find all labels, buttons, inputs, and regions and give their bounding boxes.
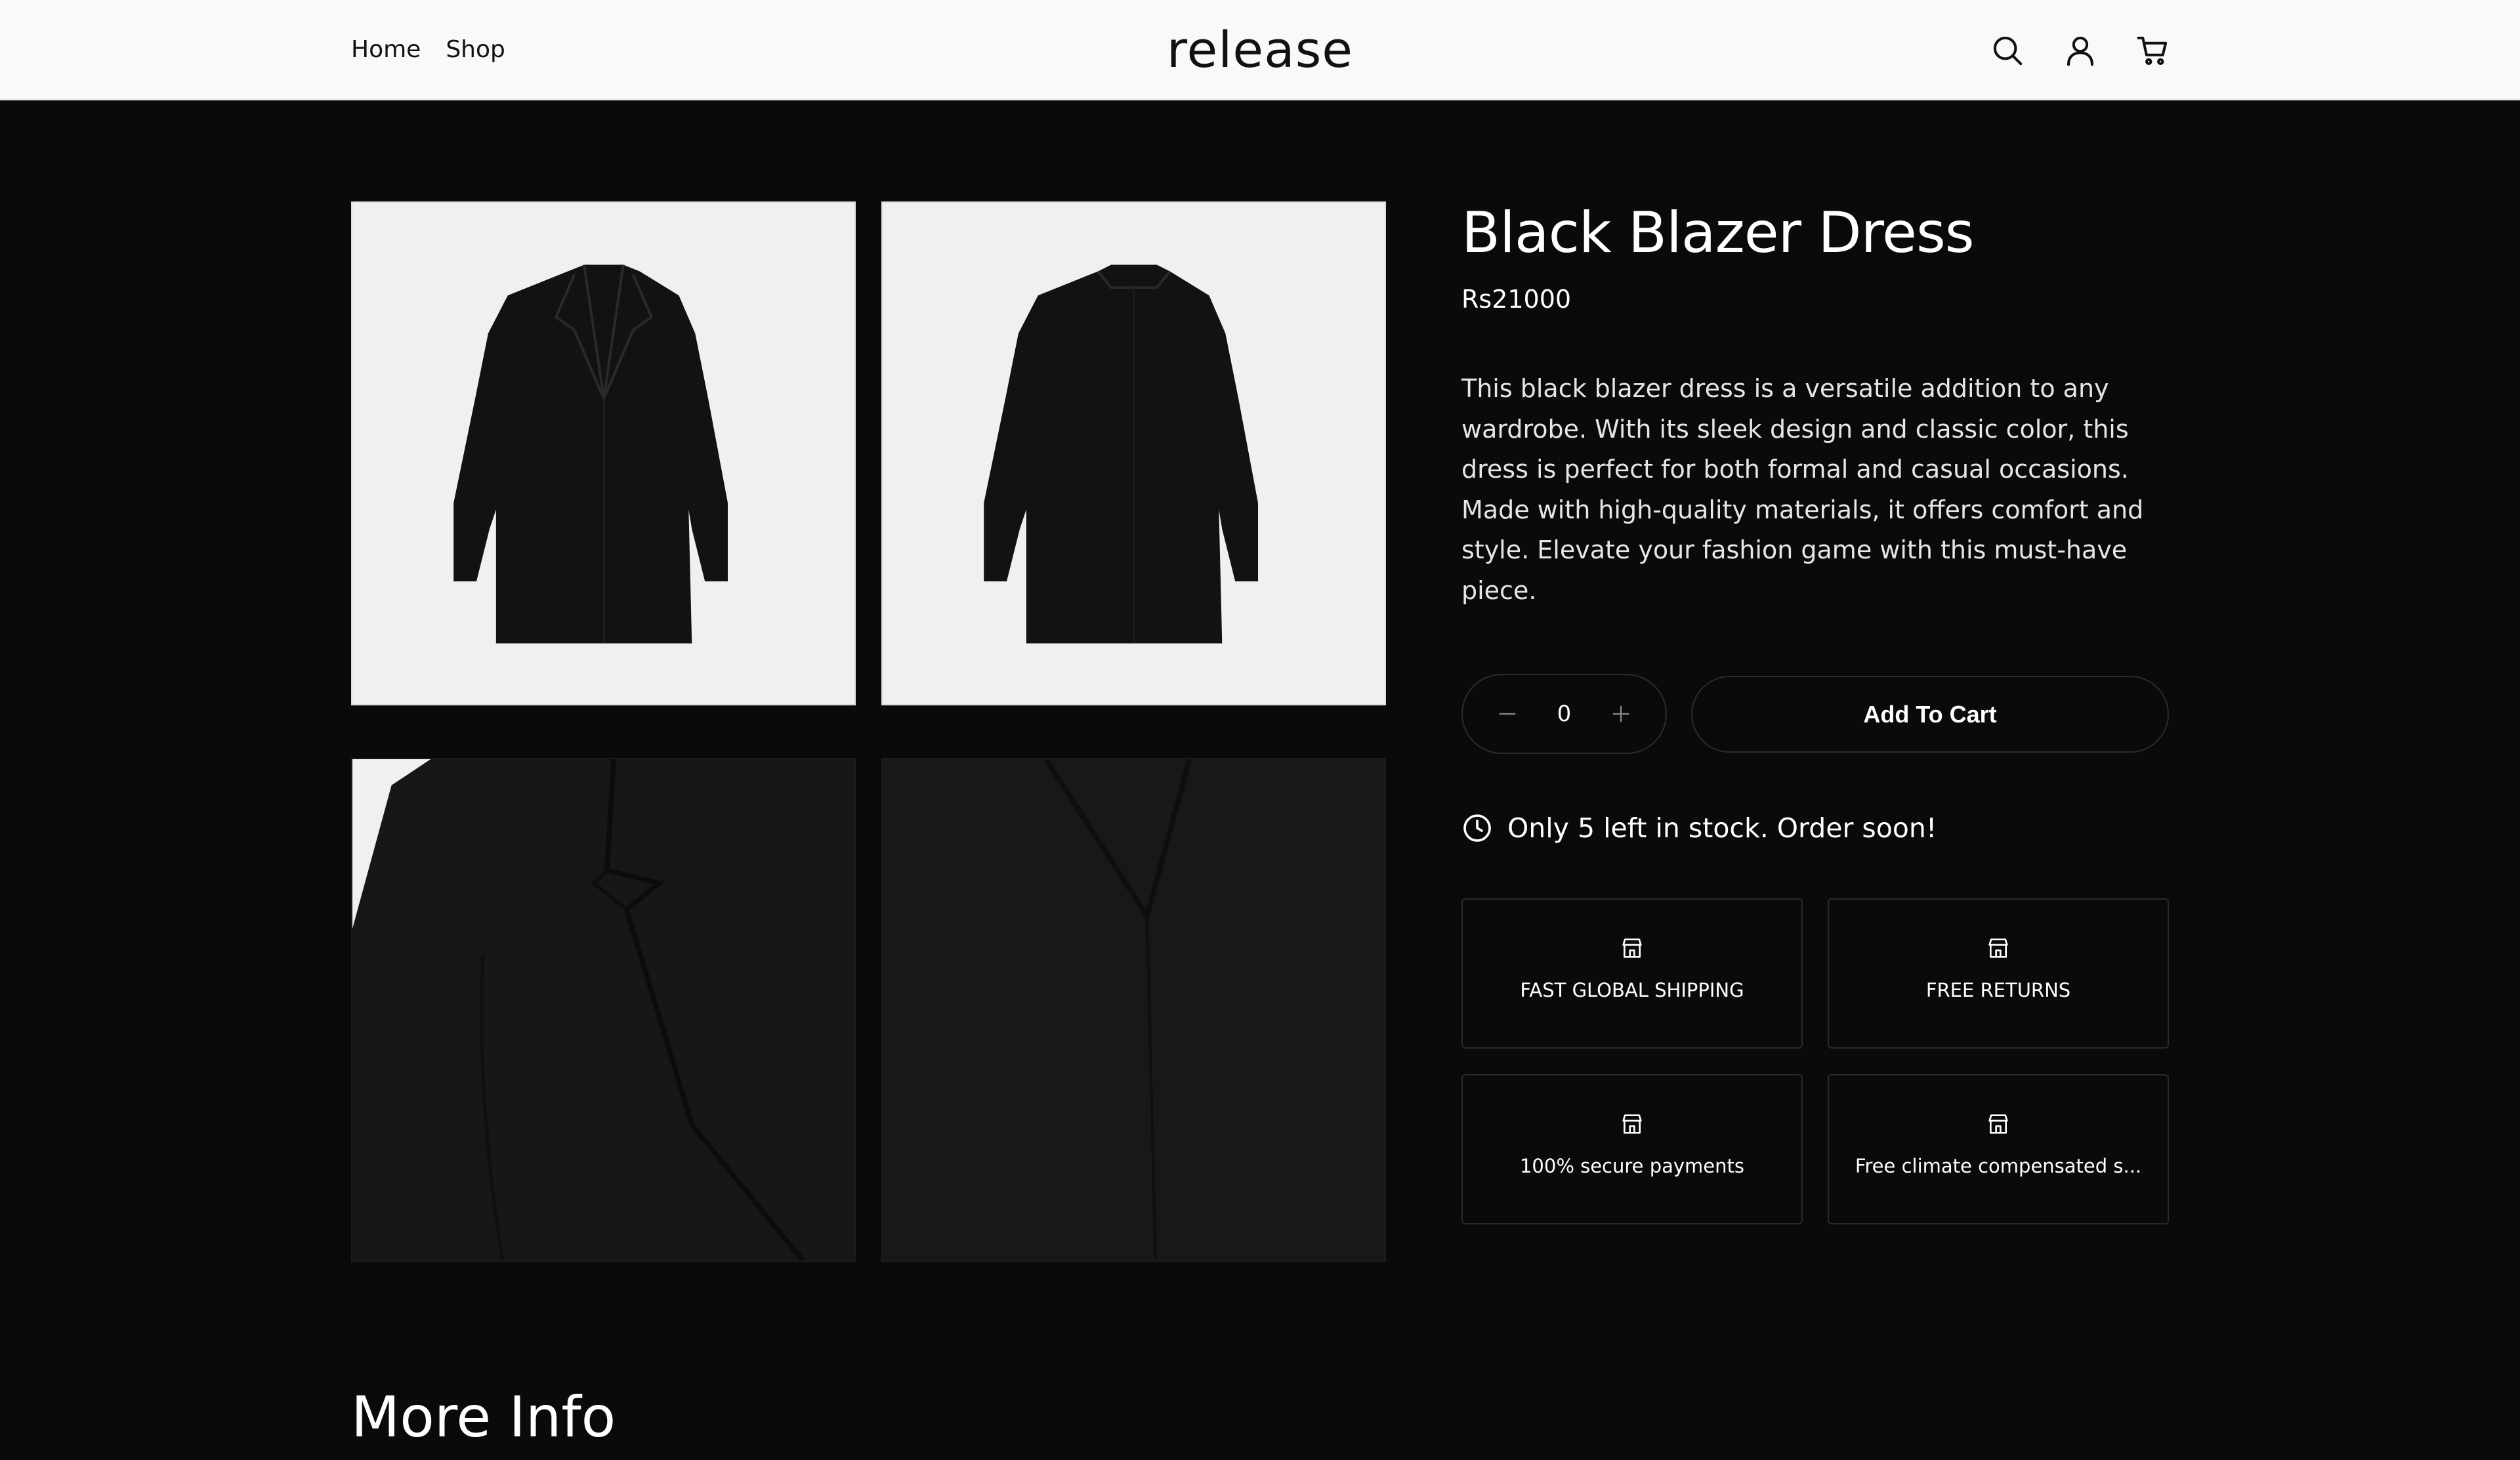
product-description: This black blazer dress is a versatile a… [1461,374,2144,605]
feature-card: 100% secure payments [1461,1074,1803,1224]
site-header: Home Shop release [0,0,2520,100]
product-title: Black Blazer Dress [1461,200,1975,266]
add-to-cart-button[interactable]: Add To Cart [1691,676,2169,753]
lapel-detail-illustration [352,759,854,1261]
minus-icon[interactable] [1496,702,1519,726]
stock-message: Only 5 left in stock. Order soon! [1507,812,1937,844]
purchase-actions: 0 Add To Cart [1461,674,2170,754]
store-icon [1622,938,1642,958]
clock-icon [1463,814,1491,842]
feature-card: FAST GLOBAL SHIPPING [1461,898,1803,1049]
product-gallery [351,201,1386,1262]
store-icon [1988,938,2008,958]
quantity-stepper: 0 [1461,674,1667,754]
fabric-closeup-illustration [883,759,1385,1261]
feature-label: Free climate compensated s... [1855,1155,2142,1177]
blazer-front-illustration [453,264,728,644]
feature-label: FAST GLOBAL SHIPPING [1520,979,1744,1001]
account-icon[interactable] [2060,30,2100,70]
product-image-front[interactable] [351,201,856,705]
product-info: Black Blazer Dress Rs21000 This black bl… [1461,190,2170,611]
quantity-value[interactable]: 0 [1545,701,1584,727]
blazer-back-illustration [984,264,1259,644]
product-price: Rs21000 [1461,285,1572,314]
plus-icon[interactable] [1609,702,1633,726]
stock-notice: Only 5 left in stock. Order soon! [1461,810,1937,846]
more-info-heading: More Info [351,1385,616,1450]
header-icons [1987,30,2173,70]
feature-label: FREE RETURNS [1925,979,2071,1001]
feature-card: FREE RETURNS [1828,898,2169,1049]
product-image-fabric-closeup[interactable] [881,758,1386,1262]
feature-grid: FAST GLOBAL SHIPPING FREE RETURNS 100% s… [1461,898,2170,1225]
feature-label: 100% secure payments [1519,1155,1745,1177]
store-icon [1988,1114,2008,1134]
feature-card: Free climate compensated s... [1828,1074,2169,1224]
product-image-lapel-detail[interactable] [351,758,856,1262]
search-icon[interactable] [1987,30,2027,70]
store-icon [1622,1114,1642,1134]
cart-icon[interactable] [2133,30,2173,70]
product-image-back[interactable] [881,201,1386,705]
